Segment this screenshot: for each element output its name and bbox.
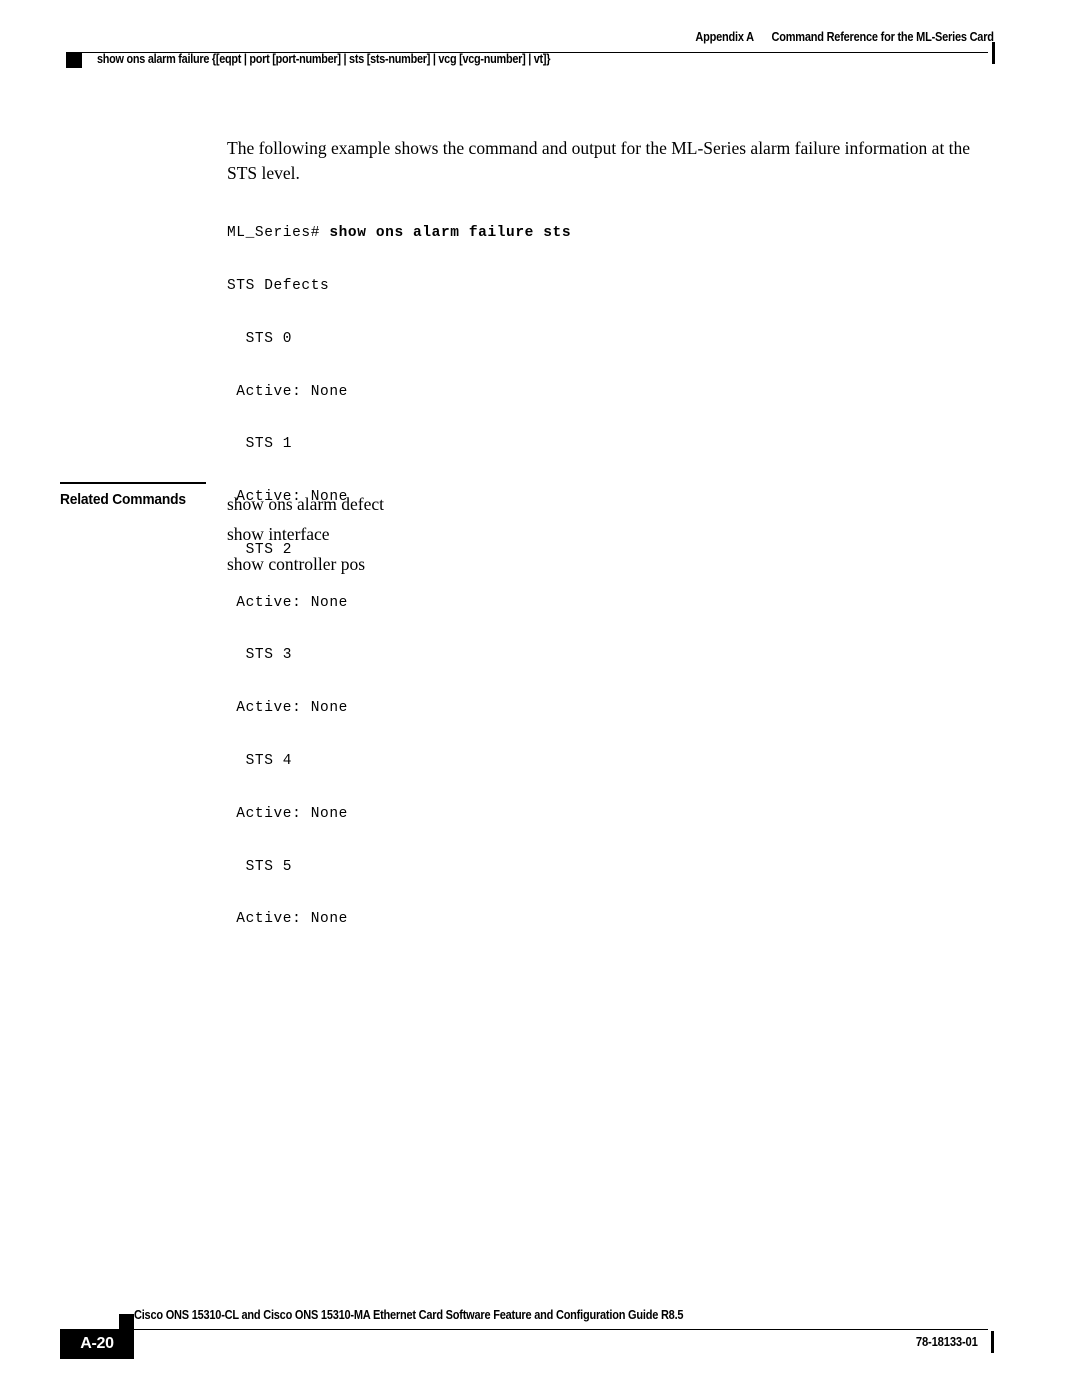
footer-page-number: A-20 bbox=[80, 1335, 114, 1352]
header-chapter-title: Command Reference for the ML-Series Card bbox=[771, 30, 994, 44]
code-line: Active: None bbox=[227, 383, 348, 400]
code-line: Active: None bbox=[227, 805, 348, 822]
code-line: Active: None bbox=[227, 594, 348, 611]
header-change-bar-marker bbox=[992, 42, 995, 64]
footer-guide-title: Cisco ONS 15310-CL and Cisco ONS 15310-M… bbox=[134, 1308, 684, 1322]
code-line: STS Defects bbox=[227, 277, 330, 294]
related-command-item: show ons alarm defect bbox=[227, 494, 384, 514]
related-command-item: show interface bbox=[227, 524, 330, 544]
code-command: show ons alarm failure sts bbox=[329, 225, 572, 242]
code-line: STS 0 bbox=[227, 330, 293, 347]
code-line: STS 1 bbox=[227, 436, 293, 453]
footer-square-bullet-icon bbox=[119, 1314, 134, 1329]
header-chapter-line: Appendix A Command Reference for the ML-S… bbox=[130, 30, 1080, 44]
related-command-item: show controller pos bbox=[227, 554, 366, 574]
page-header: Appendix A Command Reference for the ML-S… bbox=[0, 30, 1080, 86]
code-line: STS 5 bbox=[227, 858, 293, 875]
code-line: STS 3 bbox=[227, 647, 293, 664]
intro-paragraph: The following example shows the command … bbox=[227, 138, 971, 183]
related-commands-rule bbox=[60, 482, 206, 484]
footer-divider-rule bbox=[110, 1329, 988, 1330]
footer-change-bar-marker bbox=[991, 1331, 994, 1353]
related-commands-list: show ons alarm defect show interface sho… bbox=[227, 489, 384, 579]
page-footer: Cisco ONS 15310-CL and Cisco ONS 15310-M… bbox=[0, 1300, 1080, 1370]
code-line-command: ML_Series# show ons alarm failure sts bbox=[227, 225, 571, 243]
code-line: Active: None bbox=[227, 911, 348, 928]
header-appendix-label: Appendix A bbox=[695, 30, 754, 44]
footer-document-number: 78-18133-01 bbox=[916, 1335, 978, 1349]
header-command-title: show ons alarm failure {[eqpt | port [po… bbox=[97, 52, 551, 66]
code-prompt: ML_Series# bbox=[227, 225, 330, 242]
header-square-bullet-icon bbox=[66, 52, 82, 68]
code-line: STS 4 bbox=[227, 753, 293, 769]
related-commands-label: Related Commands bbox=[60, 491, 186, 508]
code-line: Active: None bbox=[227, 700, 348, 717]
